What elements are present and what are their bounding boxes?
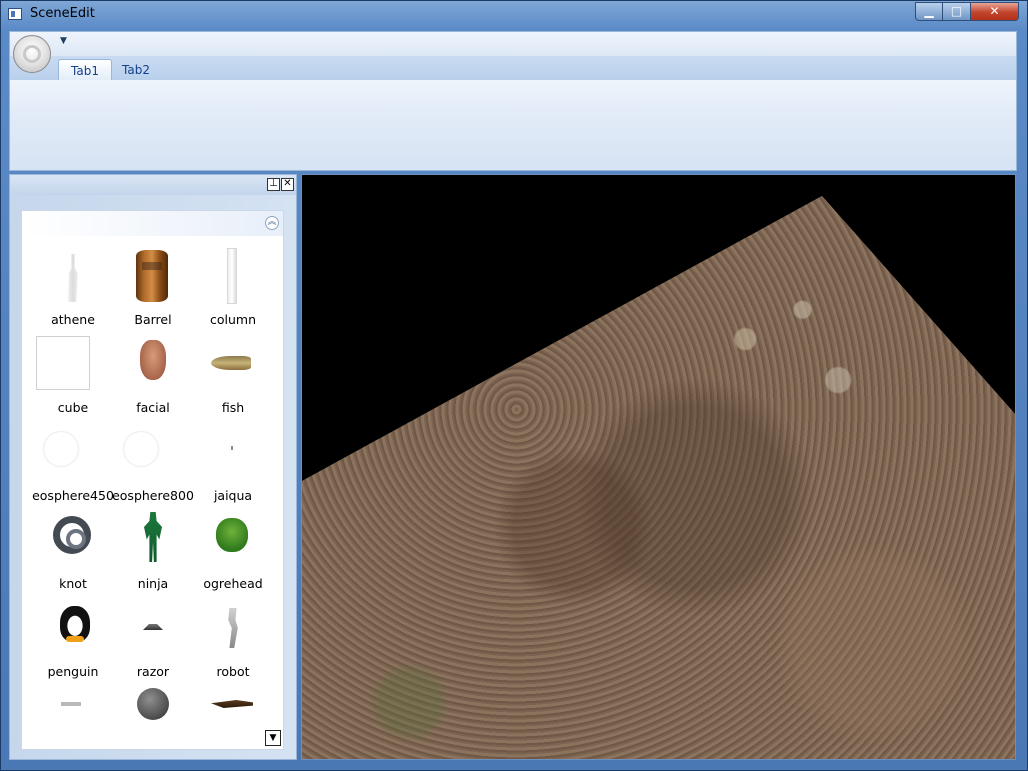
model-item-unlabeled-1[interactable]	[33, 686, 113, 749]
quick-access-dropdown-icon[interactable]: ▼	[60, 36, 67, 46]
model-item-knot[interactable]: knot	[33, 510, 113, 598]
scene-viewport[interactable]	[301, 174, 1016, 760]
model-item-unlabeled-3[interactable]	[193, 686, 273, 749]
collapse-icon[interactable]: ︽	[265, 216, 279, 230]
maximize-icon: □	[950, 4, 963, 18]
facial-thumbnail	[140, 340, 166, 380]
model-item-barrel[interactable]: Barrel	[113, 246, 193, 334]
model-thumbnail	[137, 688, 169, 720]
model-label: robot	[216, 664, 250, 679]
window-title: SceneEdit	[30, 6, 95, 21]
razor-thumbnail	[143, 624, 163, 630]
fish-thumbnail	[211, 356, 251, 370]
cube-thumbnail	[36, 336, 90, 390]
ribbon-tab-strip: Tab1 Tab2	[10, 56, 1016, 80]
ogrehead-thumbnail	[216, 518, 248, 552]
pin-icon[interactable]: ⊥	[267, 178, 280, 191]
model-thumbnail	[211, 700, 253, 708]
knot-thumbnail	[53, 516, 91, 554]
model-list: ︽ athene Barrel column cube facial fish …	[21, 210, 284, 750]
model-item-eosphere450[interactable]: eosphere450	[32, 422, 114, 510]
model-label: jaiqua	[213, 488, 253, 503]
terrain-plane[interactable]	[302, 196, 1015, 759]
model-item-penguin[interactable]: penguin	[33, 598, 113, 686]
close-icon: ✕	[989, 4, 1000, 18]
tab-2[interactable]: Tab2	[110, 59, 162, 80]
model-item-ogrehead[interactable]: ogrehead	[193, 510, 273, 598]
model-dock-panel: ⊥ ✕ ︽ athene Barrel column cube facial f…	[9, 174, 297, 760]
robot-thumbnail	[228, 608, 238, 648]
model-item-cube[interactable]: cube	[33, 334, 113, 422]
model-item-razor[interactable]: razor	[113, 598, 193, 686]
model-item-jaiqua[interactable]: jaiqua	[193, 422, 273, 510]
model-thumbnail	[61, 702, 81, 706]
model-label: fish	[221, 400, 245, 415]
ninja-thumbnail	[144, 512, 162, 562]
eosphere450-thumbnail	[44, 432, 78, 466]
model-item-facial[interactable]: facial	[113, 334, 193, 422]
model-label: column	[209, 312, 256, 327]
ribbon: ▼ Tab1 Tab2	[9, 31, 1017, 171]
minimize-button[interactable]: ▁	[915, 2, 943, 21]
ribbon-panel	[10, 80, 1016, 170]
model-item-column[interactable]: column	[193, 246, 273, 334]
penguin-thumbnail	[60, 606, 90, 642]
column-thumbnail	[227, 248, 237, 304]
barrel-thumbnail	[136, 250, 168, 302]
minimize-icon: ▁	[924, 4, 934, 18]
model-item-eosphere800[interactable]: eosphere800	[112, 422, 194, 510]
model-item-unlabeled-2[interactable]	[113, 686, 193, 749]
maximize-button[interactable]: □	[942, 2, 971, 21]
model-label: ogrehead	[203, 576, 263, 591]
model-item-robot[interactable]: robot	[193, 598, 273, 686]
model-item-athene[interactable]: athene	[33, 246, 113, 334]
quick-access-toolbar: ▼	[10, 32, 1016, 56]
window-icon[interactable]	[8, 8, 22, 20]
tab-1[interactable]: Tab1	[58, 59, 112, 80]
athene-thumbnail	[68, 254, 78, 302]
close-panel-icon[interactable]: ✕	[281, 178, 294, 191]
title-bar[interactable]: SceneEdit ▁ □ ✕	[1, 1, 1028, 29]
close-window-button[interactable]: ✕	[970, 2, 1019, 21]
eosphere800-thumbnail	[124, 432, 158, 466]
model-item-ninja[interactable]: ninja	[113, 510, 193, 598]
application-menu-button[interactable]	[13, 35, 51, 73]
application-window: SceneEdit ▁ □ ✕ ▼ Tab1 Tab2 ⊥ ✕ ︽ athene…	[0, 0, 1028, 771]
dock-header: ⊥ ✕	[10, 175, 296, 195]
model-list-header: ︽	[22, 211, 283, 236]
model-item-fish[interactable]: fish	[193, 334, 273, 422]
jaiqua-thumbnail	[231, 446, 233, 450]
scroll-down-icon[interactable]: ▼	[265, 730, 281, 746]
